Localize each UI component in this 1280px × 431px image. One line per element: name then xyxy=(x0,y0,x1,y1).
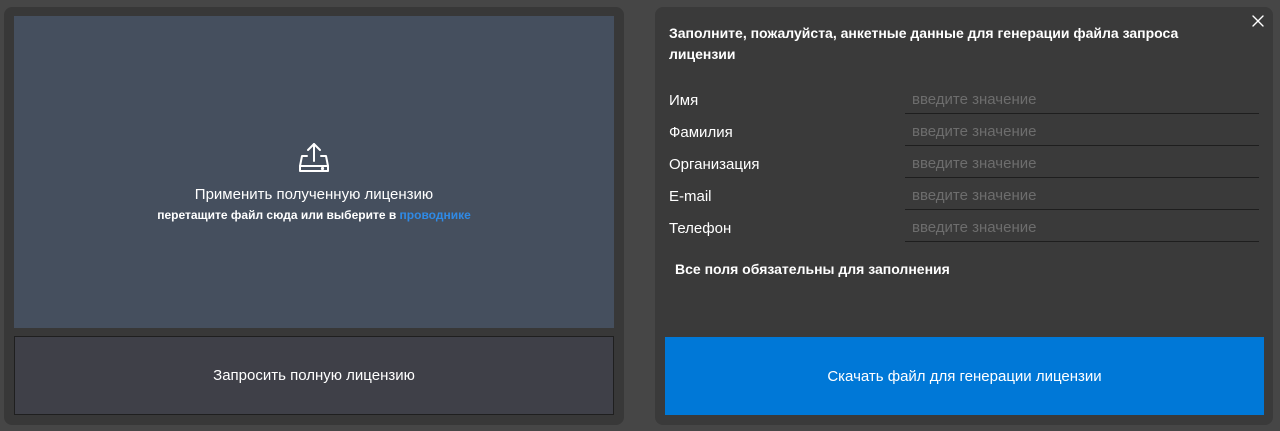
close-button[interactable] xyxy=(1250,13,1266,29)
form-row-organization: Организация xyxy=(669,149,1259,181)
dropzone-subtitle: перетащите файл сюда или выберите в пров… xyxy=(157,206,471,224)
phone-label: Телефон xyxy=(669,220,732,237)
required-fields-note: Все поля обязательны для заполнения xyxy=(675,261,950,277)
dropzone-subtitle-text: перетащите файл сюда или выберите в xyxy=(157,207,400,222)
license-apply-panel: Применить полученную лицензию перетащите… xyxy=(4,7,624,425)
form-row-email: E-mail xyxy=(669,181,1259,213)
last-name-input[interactable] xyxy=(905,117,1259,146)
first-name-input[interactable] xyxy=(905,85,1259,114)
upload-icon xyxy=(299,142,329,172)
email-label: E-mail xyxy=(669,188,712,205)
license-dropzone[interactable]: Применить полученную лицензию перетащите… xyxy=(14,16,614,328)
organization-label: Организация xyxy=(669,156,760,173)
license-request-form: Заполните, пожалуйста, анкетные данные д… xyxy=(655,7,1273,425)
download-license-request-button[interactable]: Скачать файл для генерации лицензии xyxy=(665,337,1264,415)
phone-input[interactable] xyxy=(905,213,1259,242)
dropzone-title: Применить полученную лицензию xyxy=(194,185,434,203)
form-row-phone: Телефон xyxy=(669,213,1259,245)
first-name-label: Имя xyxy=(669,92,699,109)
organization-input[interactable] xyxy=(905,149,1259,178)
close-icon xyxy=(1252,15,1264,27)
form-row-first-name: Имя xyxy=(669,85,1259,117)
form-row-last-name: Фамилия xyxy=(669,117,1259,149)
last-name-label: Фамилия xyxy=(669,124,733,141)
form-title: Заполните, пожалуйста, анкетные данные д… xyxy=(669,25,1179,62)
file-explorer-link[interactable]: проводнике xyxy=(400,208,471,222)
email-input[interactable] xyxy=(905,181,1259,210)
request-full-license-button[interactable]: Запросить полную лицензию xyxy=(14,336,614,415)
